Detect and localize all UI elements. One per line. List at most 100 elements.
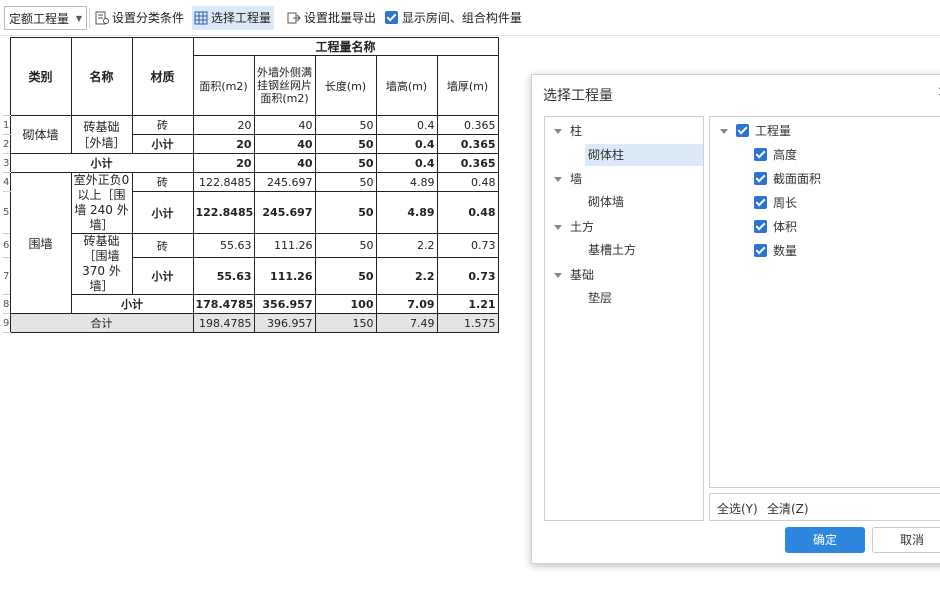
cell-total-label[interactable]: 合计 bbox=[9, 313, 194, 333]
checkbox-checked-icon[interactable] bbox=[754, 220, 767, 233]
cell-material[interactable]: 小计 bbox=[131, 257, 194, 295]
tree-item-cushion[interactable]: 垫层 bbox=[585, 287, 703, 309]
cell-height[interactable]: 4.89 bbox=[375, 172, 438, 192]
cell-material[interactable]: 小计 bbox=[131, 191, 194, 234]
cell-thickness[interactable]: 0.73 bbox=[436, 257, 499, 295]
cell-length[interactable]: 100 bbox=[314, 294, 377, 314]
cell-mesh[interactable]: 40 bbox=[253, 115, 316, 135]
cell-material[interactable]: 砖 bbox=[131, 172, 194, 192]
expand-arrow-icon[interactable] bbox=[554, 225, 562, 230]
cell-thickness[interactable]: 0.48 bbox=[436, 191, 499, 234]
cell-name[interactable]: 室外正负0以上［围墙 240 外墙］ bbox=[70, 172, 133, 234]
cell-area[interactable]: 122.8485 bbox=[192, 191, 255, 234]
quantity-type-dropdown[interactable]: 定额工程量 ▼ bbox=[4, 6, 87, 30]
cell-mesh[interactable]: 111.26 bbox=[253, 232, 316, 259]
set-category-button[interactable]: 设置分类条件 bbox=[93, 6, 187, 30]
cell-length[interactable]: 50 bbox=[314, 153, 377, 173]
tree-node-label: 基础 bbox=[570, 268, 595, 282]
cell-area[interactable]: 198.4785 bbox=[192, 313, 255, 333]
quantity-checkbox-volume[interactable]: 体积 bbox=[754, 215, 797, 239]
tree-node-label: 墙 bbox=[570, 172, 583, 186]
quantity-checkbox-height[interactable]: 高度 bbox=[754, 143, 797, 167]
clear-all-link[interactable]: 全清(Z) bbox=[767, 500, 809, 517]
cell-height[interactable]: 0.4 bbox=[375, 134, 438, 154]
cell-mesh[interactable]: 396.957 bbox=[253, 313, 316, 333]
checkbox-checked-icon[interactable] bbox=[754, 148, 767, 161]
tree-item-masonry-wall[interactable]: 砌体墙 bbox=[585, 191, 703, 213]
cell-height[interactable]: 0.4 bbox=[375, 153, 438, 173]
cell-thickness[interactable]: 0.73 bbox=[436, 232, 499, 259]
cell-name[interactable]: 砖基础［外墙］ bbox=[70, 115, 133, 154]
cell-material[interactable]: 砖 bbox=[131, 115, 194, 135]
cell-category[interactable]: 砌体墙 bbox=[9, 115, 72, 154]
checkbox-checked-icon[interactable] bbox=[754, 244, 767, 257]
cell-material[interactable]: 砖 bbox=[131, 232, 194, 259]
cell-mesh[interactable]: 40 bbox=[253, 153, 316, 173]
expand-arrow-icon[interactable] bbox=[554, 273, 562, 278]
cell-mesh[interactable]: 245.697 bbox=[253, 172, 316, 192]
header-name: 名称 bbox=[70, 37, 133, 116]
cell-thickness[interactable]: 1.21 bbox=[436, 294, 499, 314]
cell-length[interactable]: 50 bbox=[314, 257, 377, 295]
quantity-checkbox-count[interactable]: 数量 bbox=[754, 239, 797, 263]
cell-length[interactable]: 150 bbox=[314, 313, 377, 333]
cell-area[interactable]: 55.63 bbox=[192, 232, 255, 259]
cancel-button[interactable]: 取消 bbox=[872, 527, 940, 553]
cell-height[interactable]: 2.2 bbox=[375, 232, 438, 259]
tree-node-foundation[interactable]: 基础 bbox=[545, 263, 594, 287]
tree-node-earthwork[interactable]: 土方 bbox=[545, 215, 594, 239]
quantity-label: 体积 bbox=[773, 220, 798, 234]
quantity-checkbox-section-area[interactable]: 截面面积 bbox=[754, 167, 821, 191]
checkbox-checked-icon[interactable] bbox=[754, 172, 767, 185]
cell-thickness[interactable]: 0.365 bbox=[436, 115, 499, 135]
cell-thickness[interactable]: 1.575 bbox=[436, 313, 499, 333]
cell-name[interactable]: 砖基础［围墙 370 外墙］ bbox=[70, 233, 133, 295]
cell-length[interactable]: 50 bbox=[314, 115, 377, 135]
ok-button[interactable]: 确定 bbox=[785, 527, 865, 553]
select-quantity-label: 选择工程量 bbox=[211, 11, 272, 25]
tree-node-wall[interactable]: 墙 bbox=[545, 167, 582, 191]
select-all-link[interactable]: 全选(Y) bbox=[717, 500, 758, 517]
cell-area[interactable]: 20 bbox=[192, 115, 255, 135]
cell-thickness[interactable]: 0.48 bbox=[436, 172, 499, 192]
show-rooms-checkbox[interactable]: 显示房间、组合构件量 bbox=[385, 6, 522, 30]
cell-subtotal-label[interactable]: 小计 bbox=[9, 153, 194, 173]
cell-mesh[interactable]: 111.26 bbox=[253, 257, 316, 295]
cell-area[interactable]: 55.63 bbox=[192, 257, 255, 295]
cell-height[interactable]: 4.89 bbox=[375, 191, 438, 234]
expand-arrow-icon[interactable] bbox=[554, 177, 562, 182]
row-number: 6 bbox=[3, 233, 11, 259]
cell-height[interactable]: 0.4 bbox=[375, 115, 438, 135]
checkbox-checked-icon[interactable] bbox=[736, 124, 749, 137]
cell-thickness[interactable]: 0.365 bbox=[436, 153, 499, 173]
cell-height[interactable]: 7.09 bbox=[375, 294, 438, 314]
cell-length[interactable]: 50 bbox=[314, 172, 377, 192]
cell-length[interactable]: 50 bbox=[314, 191, 377, 234]
select-quantity-button[interactable]: 选择工程量 bbox=[192, 6, 275, 30]
cell-mesh[interactable]: 245.697 bbox=[253, 191, 316, 234]
cell-category[interactable]: 围墙 bbox=[9, 172, 72, 314]
checkbox-checked-icon[interactable] bbox=[754, 196, 767, 209]
expand-arrow-icon[interactable] bbox=[554, 129, 562, 134]
cell-height[interactable]: 7.49 bbox=[375, 313, 438, 333]
cell-subtotal-label[interactable]: 小计 bbox=[70, 294, 194, 314]
cell-mesh[interactable]: 356.957 bbox=[253, 294, 316, 314]
cell-mesh[interactable]: 40 bbox=[253, 134, 316, 154]
tree-node-column[interactable]: 柱 bbox=[545, 119, 582, 143]
quantity-list: 工程量 高度 截面面积 周长 体积 数量 bbox=[709, 116, 940, 488]
cell-thickness[interactable]: 0.365 bbox=[436, 134, 499, 154]
cell-height[interactable]: 2.2 bbox=[375, 257, 438, 295]
cell-area[interactable]: 178.4785 bbox=[192, 294, 255, 314]
cell-length[interactable]: 50 bbox=[314, 232, 377, 259]
quantity-checkbox-perimeter[interactable]: 周长 bbox=[754, 191, 797, 215]
cell-area[interactable]: 20 bbox=[192, 153, 255, 173]
cell-material[interactable]: 小计 bbox=[131, 134, 194, 154]
cell-area[interactable]: 122.8485 bbox=[192, 172, 255, 192]
set-batch-export-button[interactable]: 设置批量导出 bbox=[285, 6, 379, 30]
tree-item-trench-earthwork[interactable]: 基槽土方 bbox=[585, 239, 703, 261]
quantity-root-checkbox[interactable]: 工程量 bbox=[720, 119, 791, 143]
cell-area[interactable]: 20 bbox=[192, 134, 255, 154]
tree-item-masonry-column[interactable]: 砌体柱 bbox=[585, 144, 703, 166]
cell-length[interactable]: 50 bbox=[314, 134, 377, 154]
expand-arrow-icon[interactable] bbox=[720, 129, 728, 134]
